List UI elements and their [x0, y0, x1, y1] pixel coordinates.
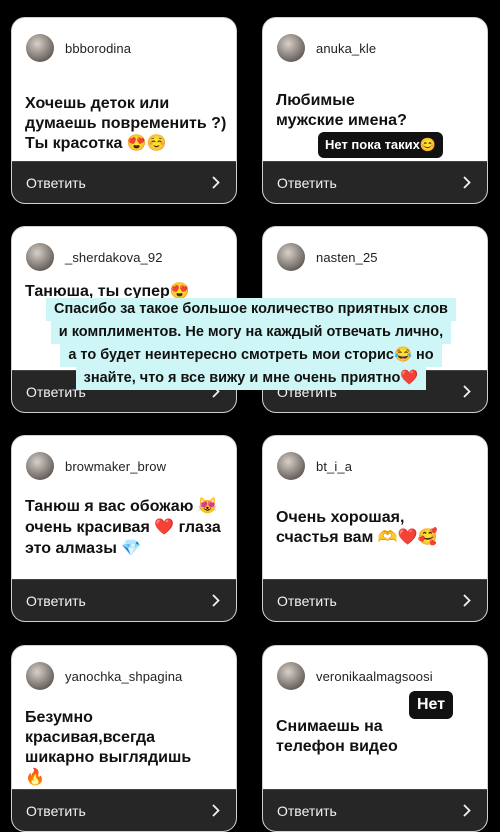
- question-text: Любимые мужские имена?: [276, 92, 407, 129]
- username[interactable]: yanochka_shpagina: [65, 669, 182, 684]
- username[interactable]: browmaker_brow: [65, 459, 166, 474]
- avatar[interactable]: [26, 243, 54, 271]
- reply-label: Ответить: [26, 174, 86, 191]
- banner-line: Спасибо за такое большое количество прия…: [46, 298, 456, 321]
- question-card-7: yanochka_shpagina Безумно красивая,всегд…: [11, 645, 237, 832]
- banner-line: и комплиментов. Не могу на каждый отвеча…: [50, 321, 452, 344]
- question-text: Очень хорошая, счастья вам 🫶❤️🥰: [276, 509, 438, 546]
- username[interactable]: anuka_kle: [316, 41, 376, 56]
- avatar[interactable]: [277, 243, 305, 271]
- answer-sticker: Нет: [409, 691, 454, 719]
- card-user: veronikaalmagsoosi: [277, 662, 433, 690]
- chevron-right-icon: [212, 176, 220, 189]
- card-user: _sherdakova_92: [26, 243, 163, 271]
- question-text: Танюш я вас обожаю 😻 очень красивая ❤️ г…: [25, 498, 221, 557]
- chevron-right-icon: [463, 176, 471, 189]
- question-card-1: bbborodina Хочешь деток или думаешь повр…: [11, 17, 237, 204]
- question-card-2: anuka_kle Любимые мужские имена? Нет пок…: [262, 17, 488, 204]
- username[interactable]: bbborodina: [65, 41, 131, 56]
- avatar[interactable]: [26, 452, 54, 480]
- reply-label: Ответить: [26, 592, 86, 609]
- avatar[interactable]: [277, 662, 305, 690]
- card-user: anuka_kle: [277, 34, 376, 62]
- question-text: Безумно красивая,всегда шикарно выглядиш…: [25, 709, 192, 786]
- question-card-6: bt_i_a Очень хорошая, счастья вам 🫶❤️🥰 О…: [262, 435, 488, 622]
- question-card-5: browmaker_brow Танюш я вас обожаю 😻 очен…: [11, 435, 237, 622]
- reply-button[interactable]: Ответить: [12, 161, 236, 203]
- question-text: Хочешь деток или думаешь повременить ?) …: [25, 95, 227, 152]
- banner-line: а то будет неинтересно смотреть мои стор…: [60, 344, 442, 367]
- avatar[interactable]: [277, 34, 305, 62]
- card-user: nasten_25: [277, 243, 378, 271]
- answer-sticker: Нет пока таких😊: [318, 132, 444, 158]
- question-card-8: veronikaalmagsoosi Снимаешь на телефон в…: [262, 645, 488, 832]
- question-text: Снимаешь на телефон видео: [276, 718, 398, 755]
- reply-label: Ответить: [277, 802, 337, 819]
- banner-line: знайте, что я все вижу и мне очень прият…: [75, 367, 427, 390]
- card-user: yanochka_shpagina: [26, 662, 182, 690]
- username[interactable]: _sherdakova_92: [65, 250, 163, 265]
- chevron-right-icon: [212, 804, 220, 817]
- card-user: bbborodina: [26, 34, 131, 62]
- reply-label: Ответить: [277, 592, 337, 609]
- username[interactable]: nasten_25: [316, 250, 378, 265]
- username[interactable]: veronikaalmagsoosi: [316, 669, 433, 684]
- reply-label: Ответить: [26, 802, 86, 819]
- reply-button[interactable]: Ответить: [12, 789, 236, 831]
- reply-button[interactable]: Ответить: [12, 579, 236, 621]
- thank-you-banner: Спасибо за такое большое количество прия…: [27, 298, 475, 390]
- avatar[interactable]: [26, 662, 54, 690]
- chevron-right-icon: [463, 594, 471, 607]
- reply-label: Ответить: [277, 174, 337, 191]
- chevron-right-icon: [463, 804, 471, 817]
- card-user: browmaker_brow: [26, 452, 166, 480]
- username[interactable]: bt_i_a: [316, 459, 352, 474]
- reply-button[interactable]: Ответить: [263, 789, 487, 831]
- reply-button[interactable]: Ответить: [263, 579, 487, 621]
- reply-button[interactable]: Ответить: [263, 161, 487, 203]
- chevron-right-icon: [212, 594, 220, 607]
- avatar[interactable]: [277, 452, 305, 480]
- avatar[interactable]: [26, 34, 54, 62]
- card-user: bt_i_a: [277, 452, 352, 480]
